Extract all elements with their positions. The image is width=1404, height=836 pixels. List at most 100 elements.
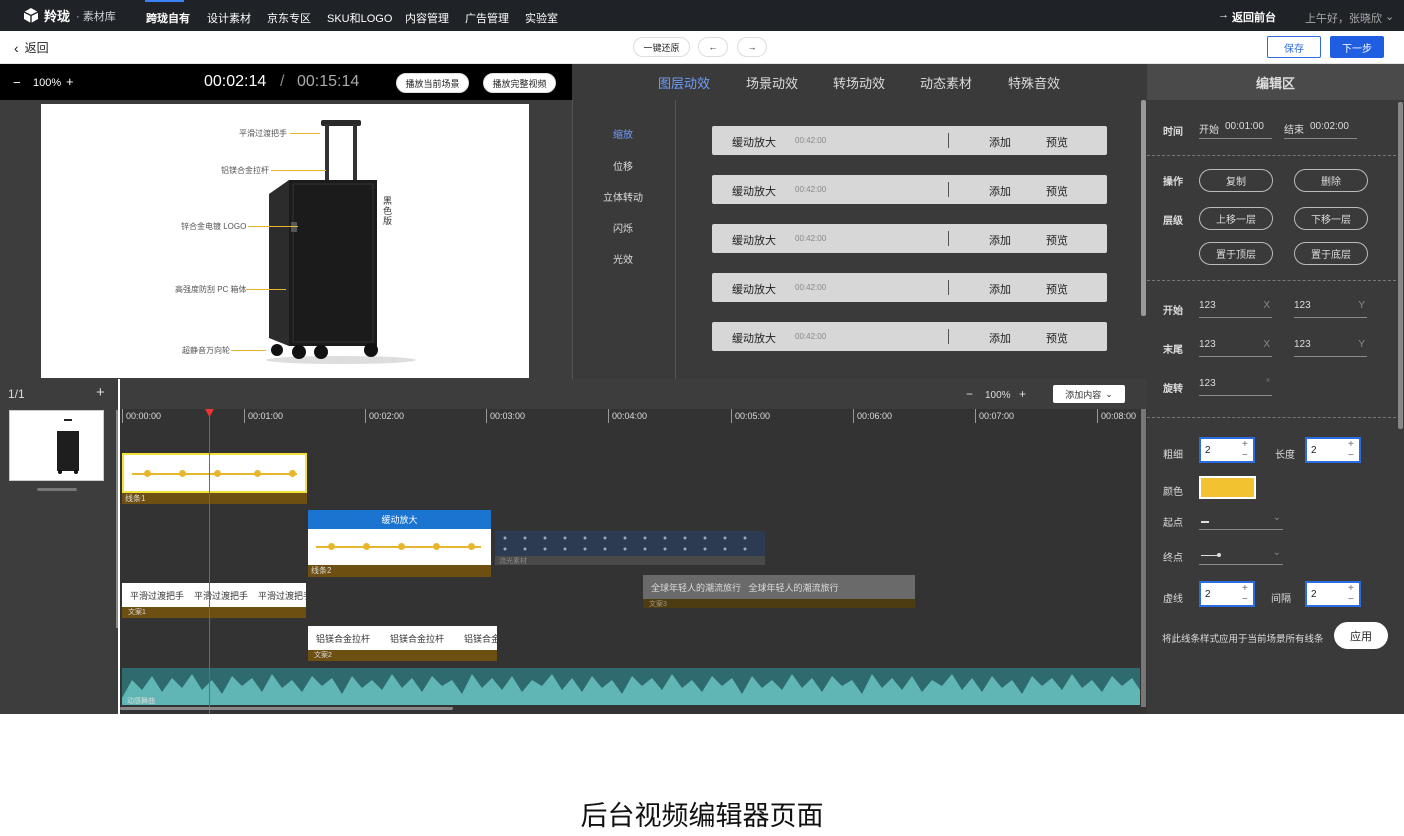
- effects-scrollbar[interactable]: [1141, 100, 1146, 316]
- line1-clip[interactable]: [122, 453, 307, 493]
- effect-preview-button[interactable]: 预览: [1046, 330, 1068, 346]
- begin-x-input[interactable]: 123 X: [1199, 300, 1272, 318]
- color-swatch[interactable]: [1199, 476, 1256, 499]
- redo-button[interactable]: →: [737, 37, 767, 57]
- layer-up-button[interactable]: 上移一层: [1199, 207, 1273, 230]
- apply-button[interactable]: 应用: [1334, 622, 1388, 649]
- tab-transition-effects[interactable]: 转场动效: [833, 73, 885, 92]
- effect-add-button[interactable]: 添加: [989, 232, 1011, 248]
- send-to-bottom-button[interactable]: 置于底层: [1294, 242, 1368, 265]
- decrement-icon[interactable]: −: [1242, 594, 1248, 605]
- thumb-scrollbar[interactable]: [37, 488, 77, 491]
- effect-add-button[interactable]: 添加: [989, 134, 1011, 150]
- playhead-handle-icon[interactable]: [205, 409, 214, 417]
- layer-down-button[interactable]: 下移一层: [1294, 207, 1368, 230]
- effect-add-button[interactable]: 添加: [989, 183, 1011, 199]
- tab-dynamic-materials[interactable]: 动态素材: [920, 73, 972, 92]
- add-content-dropdown[interactable]: 添加内容 ⌄: [1053, 385, 1125, 403]
- thumb-panel-scrollbar[interactable]: [116, 410, 118, 628]
- tab-layer-effects[interactable]: 图层动效: [658, 73, 710, 92]
- increment-icon[interactable]: +: [1242, 439, 1248, 450]
- nav-item-lab[interactable]: 实验室: [525, 10, 558, 26]
- play-full-button[interactable]: 播放完整视频: [483, 73, 556, 93]
- nav-item-jd[interactable]: 京东专区: [267, 10, 311, 26]
- restore-button[interactable]: 一键还原: [633, 37, 690, 57]
- timeline-v-scrollbar[interactable]: [1141, 409, 1146, 707]
- animation-clip[interactable]: 缓动放大: [308, 510, 491, 529]
- divider: [948, 133, 949, 148]
- rotate-input[interactable]: 123 °: [1199, 378, 1272, 396]
- play-scene-button[interactable]: 播放当前场景: [396, 73, 469, 93]
- effect-row[interactable]: 缓动放大 00:42:00 添加 预览: [712, 126, 1107, 155]
- timeline-zoom-in[interactable]: +: [1019, 387, 1026, 401]
- line2-clip[interactable]: [308, 529, 491, 565]
- effect-row[interactable]: 缓动放大 00:42:00 添加 预览: [712, 322, 1107, 351]
- next-step-button[interactable]: 下一步: [1330, 36, 1384, 58]
- copy-button[interactable]: 复制: [1199, 169, 1273, 192]
- thickness-stepper[interactable]: 2 + −: [1199, 437, 1255, 463]
- text2-clip[interactable]: 铝镁合金拉杆 铝镁合金拉杆 铝镁合金: [308, 626, 497, 650]
- effect-add-button[interactable]: 添加: [989, 281, 1011, 297]
- add-scene-button[interactable]: +: [96, 384, 105, 401]
- text1-clip[interactable]: 平滑过渡把手 平滑过渡把手 平滑过渡把手: [122, 583, 306, 607]
- category-scale[interactable]: 缩放: [613, 126, 633, 141]
- increment-icon[interactable]: +: [1348, 583, 1354, 594]
- start-point-label: 起点: [1163, 518, 1183, 529]
- tab-sound-effects[interactable]: 特殊音效: [1008, 73, 1060, 92]
- category-flash[interactable]: 闪烁: [613, 220, 633, 235]
- back-front-link[interactable]: → 返回前台: [1218, 9, 1276, 25]
- back-front-label: 返回前台: [1232, 12, 1276, 24]
- color-label: 颜色: [1163, 487, 1183, 498]
- save-button[interactable]: 保存: [1267, 36, 1321, 58]
- delete-button[interactable]: 删除: [1294, 169, 1368, 192]
- bring-to-top-button[interactable]: 置于顶层: [1199, 242, 1273, 265]
- preview-canvas[interactable]: 平滑过渡把手 铝镁合金拉杆 锌合金电镀 LOGO 高强度防刮 PC 箱体 超静音…: [41, 104, 529, 378]
- dash-stepper[interactable]: 2 + −: [1199, 581, 1255, 607]
- effect-preview-button[interactable]: 预览: [1046, 232, 1068, 248]
- undo-button[interactable]: ←: [698, 37, 728, 57]
- tab-scene-effects[interactable]: 场景动效: [746, 73, 798, 92]
- category-3d-rotate[interactable]: 立体转动: [603, 189, 643, 204]
- end-point-select[interactable]: ⌄: [1199, 547, 1283, 565]
- nav-item-sku-logo[interactable]: SKU和LOGO: [327, 10, 392, 26]
- user-menu[interactable]: 上午好，张晓欣 ⌄: [1305, 10, 1394, 26]
- material-clip[interactable]: [495, 531, 765, 556]
- effect-preview-button[interactable]: 预览: [1046, 281, 1068, 297]
- length-stepper[interactable]: 2 + −: [1305, 437, 1361, 463]
- decrement-icon[interactable]: −: [1348, 594, 1354, 605]
- nav-item-own[interactable]: 跨珑自有: [146, 10, 190, 26]
- decrement-icon[interactable]: −: [1242, 450, 1248, 461]
- text3-clip[interactable]: 全球年轻人的潮流旅行 全球年轻人的潮流旅行: [643, 575, 915, 599]
- increment-icon[interactable]: +: [1348, 439, 1354, 450]
- back-button[interactable]: ‹ 返回: [14, 39, 49, 56]
- zoom-out-button[interactable]: −: [13, 75, 21, 90]
- nav-item-design[interactable]: 设计素材: [207, 10, 251, 26]
- tail-x-input[interactable]: 123 X: [1199, 339, 1272, 357]
- zoom-in-button[interactable]: +: [66, 74, 74, 89]
- category-move[interactable]: 位移: [613, 158, 633, 173]
- playhead[interactable]: [209, 409, 210, 714]
- timeline-h-scrollbar[interactable]: [120, 707, 453, 710]
- nav-item-ads[interactable]: 广告管理: [465, 10, 509, 26]
- begin-y-input[interactable]: 123 Y: [1294, 300, 1367, 318]
- tail-y-input[interactable]: 123 Y: [1294, 339, 1367, 357]
- effect-add-button[interactable]: 添加: [989, 330, 1011, 346]
- effect-row[interactable]: 缓动放大 00:42:00 添加 预览: [712, 273, 1107, 302]
- scene-thumbnail[interactable]: [9, 410, 104, 481]
- start-time-field[interactable]: 开始 00:01:00: [1199, 121, 1272, 139]
- effect-preview-button[interactable]: 预览: [1046, 134, 1068, 150]
- decrement-icon[interactable]: −: [1348, 450, 1354, 461]
- effect-preview-button[interactable]: 预览: [1046, 183, 1068, 199]
- edit-panel-scrollbar[interactable]: [1398, 102, 1403, 429]
- brand-logo[interactable]: 羚珑 · 素材库: [24, 6, 116, 25]
- audio-clip[interactable]: 动感舞曲: [122, 668, 1140, 705]
- timeline-zoom-out[interactable]: −: [966, 387, 973, 401]
- effect-row[interactable]: 缓动放大 00:42:00 添加 预览: [712, 175, 1107, 204]
- gap-stepper[interactable]: 2 + −: [1305, 581, 1361, 607]
- start-point-select[interactable]: ⌄: [1199, 512, 1283, 530]
- category-light[interactable]: 光效: [613, 251, 633, 266]
- nav-item-content[interactable]: 内容管理: [405, 10, 449, 26]
- increment-icon[interactable]: +: [1242, 583, 1248, 594]
- effect-row[interactable]: 缓动放大 00:42:00 添加 预览: [712, 224, 1107, 253]
- end-time-field[interactable]: 结束 00:02:00: [1284, 121, 1357, 139]
